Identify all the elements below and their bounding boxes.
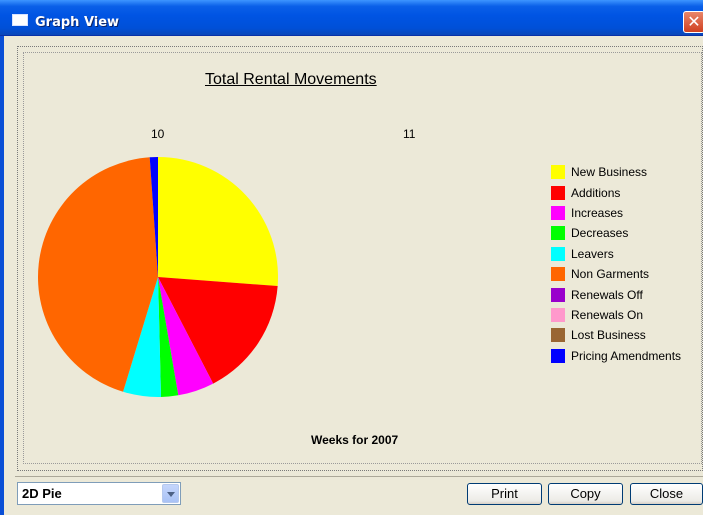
chart-type-value: 2D Pie <box>22 486 62 501</box>
close-button[interactable]: Close <box>630 483 703 505</box>
legend-swatch <box>551 246 565 261</box>
title-bar[interactable]: Graph View ✕ <box>0 0 703 36</box>
graph-view-window: Graph View ✕ Total Rental Movements 10 1… <box>0 0 703 515</box>
week-label-11: 11 <box>403 127 416 141</box>
legend-swatch <box>551 328 565 343</box>
legend-label: Non Garments <box>571 267 650 282</box>
legend-item-renewals-off: Renewals Off <box>551 284 691 304</box>
x-axis-label: Weeks for 2007 <box>311 433 399 447</box>
legend-label: Renewals On <box>571 307 644 322</box>
legend-item-pricing-amendments: Pricing Amendments <box>551 346 691 366</box>
legend-item-increases: Increases <box>551 203 691 223</box>
legend-label: Renewals Off <box>571 287 643 302</box>
legend-swatch <box>551 226 565 241</box>
chart-legend: New Business Additions Increases Decreases L… <box>551 162 691 366</box>
window-frame <box>0 36 4 515</box>
legend-item-leavers: Leavers <box>551 244 691 264</box>
week-label-10: 10 <box>151 127 165 141</box>
window-title: Graph View <box>35 15 120 30</box>
pie-slice-new-business <box>158 157 279 287</box>
window-icon <box>12 14 28 26</box>
legend-item-lost-business: Lost Business <box>551 325 691 345</box>
chevron-down-icon <box>167 492 175 497</box>
legend-label: New Business <box>571 165 648 180</box>
print-button[interactable]: Print <box>467 483 542 505</box>
legend-label: Increases <box>571 205 624 220</box>
legend-item-renewals-on: Renewals On <box>551 305 691 325</box>
legend-label: Additions <box>571 185 621 200</box>
legend-label: Pricing Amendments <box>571 348 682 363</box>
legend-swatch <box>551 307 565 322</box>
copy-button[interactable]: Copy <box>548 483 623 505</box>
legend-item-additions: Additions <box>551 182 691 202</box>
legend-item-non-garments: Non Garments <box>551 264 691 284</box>
legend-swatch <box>551 287 565 302</box>
legend-swatch <box>551 165 565 180</box>
legend-label: Leavers <box>571 246 614 261</box>
close-window-icon[interactable]: ✕ <box>683 11 703 33</box>
footer-divider <box>15 476 703 477</box>
pie-chart <box>38 157 279 397</box>
legend-label: Lost Business <box>571 328 646 343</box>
chart-type-select[interactable]: 2D Pie <box>17 482 181 505</box>
legend-item-decreases: Decreases <box>551 223 691 243</box>
legend-swatch <box>551 185 565 200</box>
legend-swatch <box>551 267 565 282</box>
legend-item-new-business: New Business <box>551 162 691 182</box>
legend-swatch <box>551 205 565 220</box>
chart-title: Total Rental Movements <box>205 71 377 88</box>
legend-label: Decreases <box>571 226 629 241</box>
legend-swatch <box>551 348 565 363</box>
dropdown-button[interactable] <box>162 484 179 503</box>
